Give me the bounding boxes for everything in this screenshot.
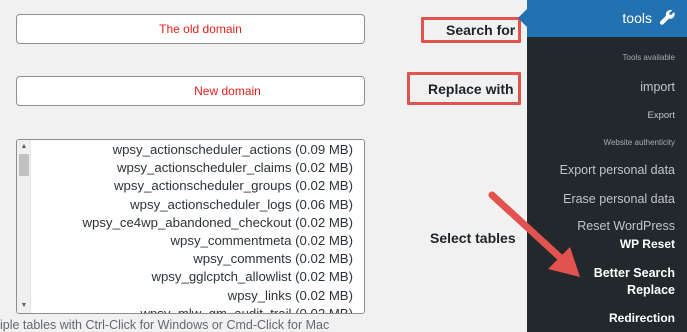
search-for-input[interactable]: The old domain bbox=[16, 14, 365, 44]
select-help-text: iple tables with Ctrl-Click for Windows … bbox=[0, 318, 330, 332]
table-option[interactable]: wpsy_actionscheduler_groups (0.02 MB) bbox=[82, 177, 353, 195]
page: The old domain Search for New domain Rep… bbox=[0, 0, 687, 332]
sidebar-item-tools[interactable]: tools bbox=[518, 0, 687, 37]
table-option[interactable]: wpsy_links (0.02 MB) bbox=[82, 287, 353, 305]
sidebar-item-website-authenticity[interactable]: Website authenticity bbox=[604, 138, 675, 147]
sidebar-item-reset-wordpress[interactable]: Reset WordPress bbox=[577, 219, 675, 233]
table-list-scrollbar[interactable]: ▲ ▼ bbox=[17, 140, 31, 313]
sidebar-item-redirection[interactable]: Redirection bbox=[609, 311, 675, 325]
table-option[interactable]: wpsy_mlw_qm_audit_trail (0.02 MB) bbox=[82, 305, 353, 313]
table-options: wpsy_actionscheduler_actions (0.09 MB) w… bbox=[82, 141, 354, 313]
sidebar-item-import[interactable]: import bbox=[640, 80, 675, 94]
scroll-down-icon[interactable]: ▼ bbox=[19, 301, 29, 311]
sidebar-item-export[interactable]: Export bbox=[648, 110, 675, 121]
table-option[interactable]: wpsy_actionscheduler_claims (0.02 MB) bbox=[82, 159, 353, 177]
search-value: The old domain bbox=[159, 22, 242, 36]
wrench-icon bbox=[659, 9, 675, 25]
replace-with-label: Replace with bbox=[428, 81, 514, 97]
replace-with-input[interactable]: New domain bbox=[16, 76, 365, 106]
annotation-arrow-icon bbox=[488, 191, 580, 277]
sidebar-item-tools-available[interactable]: Tools available bbox=[623, 53, 675, 62]
table-option[interactable]: wpsy_actionscheduler_actions (0.09 MB) bbox=[82, 141, 353, 159]
table-option[interactable]: wpsy_actionscheduler_logs (0.06 MB) bbox=[82, 196, 353, 214]
scroll-up-icon[interactable]: ▲ bbox=[19, 142, 29, 152]
replace-value: New domain bbox=[194, 84, 261, 98]
current-menu-pointer bbox=[518, 9, 527, 27]
tools-menu-title: tools bbox=[622, 10, 652, 26]
sidebar-item-wp-reset[interactable]: WP Reset bbox=[620, 237, 675, 251]
search-for-label: Search for bbox=[446, 22, 516, 38]
table-select-list[interactable]: ▲ ▼ wpsy_actionscheduler_actions (0.09 M… bbox=[16, 139, 365, 314]
table-option[interactable]: wpsy_comments (0.02 MB) bbox=[82, 250, 353, 268]
sidebar-item-export-personal-data[interactable]: Export personal data bbox=[560, 163, 675, 177]
scroll-thumb[interactable] bbox=[19, 154, 29, 176]
table-option[interactable]: wpsy_commentmeta (0.02 MB) bbox=[82, 232, 354, 250]
table-option[interactable]: wpsy_ce4wp_abandoned_checkout (0.02 MB) bbox=[82, 214, 353, 232]
table-option[interactable]: wpsy_gglcptch_allowlist (0.02 MB) bbox=[82, 268, 353, 286]
